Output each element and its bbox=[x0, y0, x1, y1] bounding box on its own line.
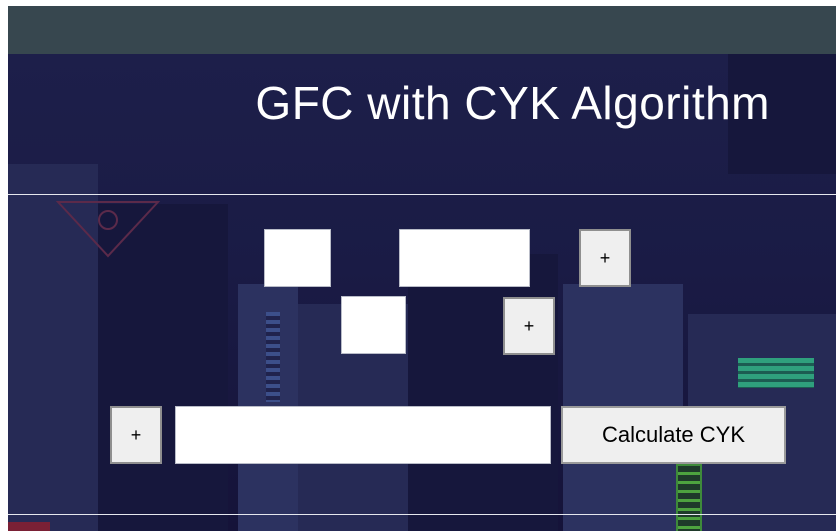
add-production-button[interactable]: + bbox=[579, 229, 631, 287]
header-divider bbox=[8, 194, 836, 195]
add-button[interactable]: + bbox=[110, 406, 162, 464]
nonterminal-input[interactable] bbox=[264, 229, 331, 287]
app-page: GFC with CYK Algorithm + + + Calculate C… bbox=[0, 0, 836, 531]
add-rule-button[interactable]: + bbox=[503, 297, 555, 355]
calculate-cyk-button[interactable]: Calculate CYK bbox=[561, 406, 786, 464]
city-background: GFC with CYK Algorithm + + + Calculate C… bbox=[8, 54, 836, 531]
footer-divider bbox=[8, 514, 836, 515]
building-light-panel bbox=[266, 312, 280, 402]
word-input[interactable] bbox=[175, 406, 551, 464]
red-neon-sign bbox=[8, 522, 50, 531]
production-input[interactable] bbox=[399, 229, 530, 287]
green-tower-sign bbox=[676, 464, 702, 531]
nonterminal-input[interactable] bbox=[341, 296, 406, 354]
background-building bbox=[408, 254, 558, 531]
green-neon-sign bbox=[738, 358, 814, 388]
top-bar bbox=[8, 6, 836, 54]
page-title: GFC with CYK Algorithm bbox=[255, 77, 770, 129]
triangle-sign-icon bbox=[56, 201, 160, 258]
